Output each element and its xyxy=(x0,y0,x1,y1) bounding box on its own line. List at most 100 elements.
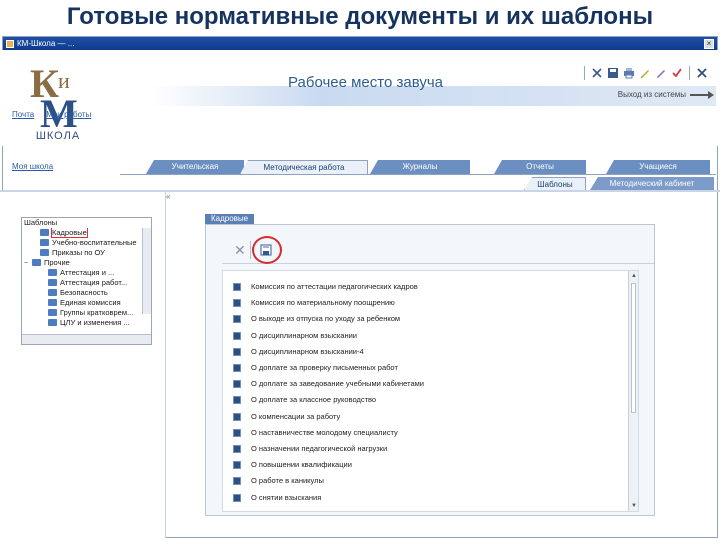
tree-item[interactable]: Учебно-воспитательные xyxy=(22,238,151,248)
scroll-down-icon[interactable]: ▼ xyxy=(630,502,638,510)
document-icon xyxy=(233,347,241,356)
document-icon xyxy=(233,477,241,486)
document-list-item[interactable]: О дисциплинарном взыскании xyxy=(233,330,613,342)
scroll-up-icon[interactable]: ▲ xyxy=(630,272,638,280)
tab-methodical-work[interactable]: Методическая работа xyxy=(240,160,368,174)
document-title[interactable]: О наставничестве молодому специалисту xyxy=(251,427,398,439)
tree-item[interactable]: Безопасность xyxy=(22,288,151,298)
document-list-item[interactable]: О наставничестве молодому специалисту xyxy=(233,427,613,439)
panel-tab-personnel[interactable]: Кадровые xyxy=(205,214,255,224)
logout-label[interactable]: Выход из системы xyxy=(618,90,686,99)
tree-item-label[interactable]: Группы кратковрем... xyxy=(60,308,133,317)
document-title[interactable]: О назначении педагогической нагрузки xyxy=(251,443,387,455)
folder-icon xyxy=(48,268,57,276)
app-icon xyxy=(6,40,14,48)
highlight-circle xyxy=(252,236,282,264)
tree-item-label[interactable]: Учебно-воспитательные xyxy=(52,238,137,247)
subtab-templates[interactable]: Шаблоны xyxy=(524,177,586,190)
tree-item[interactable]: Кадровые xyxy=(22,228,151,238)
tree-item[interactable]: Группы кратковрем... xyxy=(22,308,151,318)
document-list-item[interactable]: Комиссия по аттестации педагогических ка… xyxy=(233,281,613,293)
tab-teachers-room[interactable]: Учительская xyxy=(146,160,244,174)
document-title[interactable]: О дисциплинарном взыскании-4 xyxy=(251,346,364,358)
nav-link-my-works[interactable]: Мои работы xyxy=(46,110,91,119)
logout-link[interactable]: Выход из системы xyxy=(618,90,714,99)
tree-item-label[interactable]: Безопасность xyxy=(60,288,108,297)
document-list-item[interactable]: О работе в каникулы xyxy=(233,475,613,487)
tree-item-label[interactable]: Единая комиссия xyxy=(60,298,121,307)
tree-item[interactable]: Единая комиссия xyxy=(22,298,151,308)
document-list-item[interactable]: О компенсации за работу xyxy=(233,411,613,423)
document-icon xyxy=(233,331,241,340)
tree-item[interactable]: ЦЛУ и изменения ... xyxy=(22,318,151,328)
window-titlebar: КМ-Школа — ... × xyxy=(3,37,717,51)
collapse-pane-button[interactable]: « xyxy=(166,192,170,201)
tree-item-label[interactable]: Прочие xyxy=(44,258,70,267)
document-title[interactable]: О повышении квалификации xyxy=(251,459,352,471)
tree-item-label[interactable]: Аттестация работ... xyxy=(60,278,127,287)
tree-item-label[interactable]: ЦЛУ и изменения ... xyxy=(60,318,130,327)
document-title[interactable]: О дисциплинарном взыскании xyxy=(251,330,357,342)
scroll-thumb[interactable] xyxy=(631,283,636,413)
tree-item[interactable]: Приказы по ОУ xyxy=(22,248,151,258)
cut-icon[interactable] xyxy=(591,67,603,79)
folder-icon xyxy=(40,248,49,256)
sub-tabstrip: Шаблоны Методический кабинет xyxy=(0,177,720,191)
tab-underline xyxy=(120,174,716,175)
document-title[interactable]: О доплате за классное руководство xyxy=(251,394,376,406)
tree-item[interactable]: Аттестация и ... xyxy=(22,268,151,278)
document-icon xyxy=(233,445,241,453)
document-list-item[interactable]: О доплате за заведование учебными кабине… xyxy=(233,378,613,390)
check-icon[interactable] xyxy=(671,67,683,79)
document-title[interactable]: О компенсации за работу xyxy=(251,411,340,423)
tree-horizontal-scrollbar[interactable] xyxy=(22,334,151,344)
document-title[interactable]: Комиссия по аттестации педагогических ка… xyxy=(251,281,418,293)
subtab-methodical-cabinet[interactable]: Методический кабинет xyxy=(590,177,714,190)
document-title[interactable]: О выходе из отпуска по уходу за ребенком xyxy=(251,313,400,325)
nav-link-mail[interactable]: Почта xyxy=(12,110,34,119)
document-list-item[interactable]: О доплате за классное руководство xyxy=(233,394,613,406)
pen-icon[interactable] xyxy=(639,67,651,79)
folder-icon xyxy=(48,278,57,286)
tree-item-label[interactable]: Кадровые xyxy=(51,228,88,238)
document-list-item[interactable]: О доплате за проверку письменных работ xyxy=(233,362,613,374)
list-vertical-scrollbar[interactable]: ▲ ▼ xyxy=(628,271,638,511)
tree-item[interactable]: − Прочие xyxy=(22,258,151,268)
document-title[interactable]: О работе в каникулы xyxy=(251,475,324,487)
document-title[interactable]: О доплате за заведование учебными кабине… xyxy=(251,378,424,390)
document-title[interactable]: О снятии взыскания xyxy=(251,492,321,504)
document-list-item[interactable]: Комиссия по материальному поощрению xyxy=(233,297,613,309)
slide-title: Готовые нормативные документы и их шабло… xyxy=(66,3,654,30)
km-school-logo: К и М ШКОЛА xyxy=(30,61,81,142)
folder-icon xyxy=(40,228,49,236)
save-icon[interactable] xyxy=(607,67,619,79)
document-title[interactable]: Комиссия по материальному поощрению xyxy=(251,297,395,309)
print-icon[interactable] xyxy=(623,67,635,79)
folder-icon xyxy=(32,258,41,266)
tree-item-label[interactable]: Аттестация и ... xyxy=(60,268,114,277)
document-list-item[interactable]: О повышении квалификации xyxy=(233,459,613,471)
tree-item[interactable]: Аттестация работ... xyxy=(22,278,151,288)
tab-reports[interactable]: Отчеты xyxy=(494,160,586,174)
tree-item-label[interactable]: Приказы по ОУ xyxy=(52,248,105,257)
tree-heading: Шаблоны xyxy=(24,218,58,227)
document-icon xyxy=(233,364,241,372)
window-close-button[interactable]: × xyxy=(704,39,714,49)
document-icon xyxy=(233,299,241,308)
edit-icon[interactable] xyxy=(655,67,667,79)
document-list-item[interactable]: О снятии взыскания xyxy=(233,492,613,504)
document-icon xyxy=(233,380,241,389)
close-icon[interactable] xyxy=(696,67,708,79)
tab-students[interactable]: Учащиеся xyxy=(606,160,710,174)
page-title: Рабочее место завуча xyxy=(288,74,444,91)
document-list-item[interactable]: О дисциплинарном взыскании-4 xyxy=(233,346,613,358)
document-list-item[interactable]: О выходе из отпуска по уходу за ребенком xyxy=(233,313,613,325)
delete-icon[interactable]: ✕ xyxy=(234,242,246,259)
tree-vertical-scrollbar[interactable] xyxy=(142,228,151,314)
tab-journals[interactable]: Журналы xyxy=(370,160,470,174)
toolbar-separator xyxy=(584,66,585,80)
arrow-right-icon xyxy=(690,90,714,99)
document-list-item[interactable]: О назначении педагогической нагрузки xyxy=(233,443,613,455)
document-title[interactable]: О доплате за проверку письменных работ xyxy=(251,362,398,374)
tree-expander-icon[interactable]: − xyxy=(24,259,32,268)
